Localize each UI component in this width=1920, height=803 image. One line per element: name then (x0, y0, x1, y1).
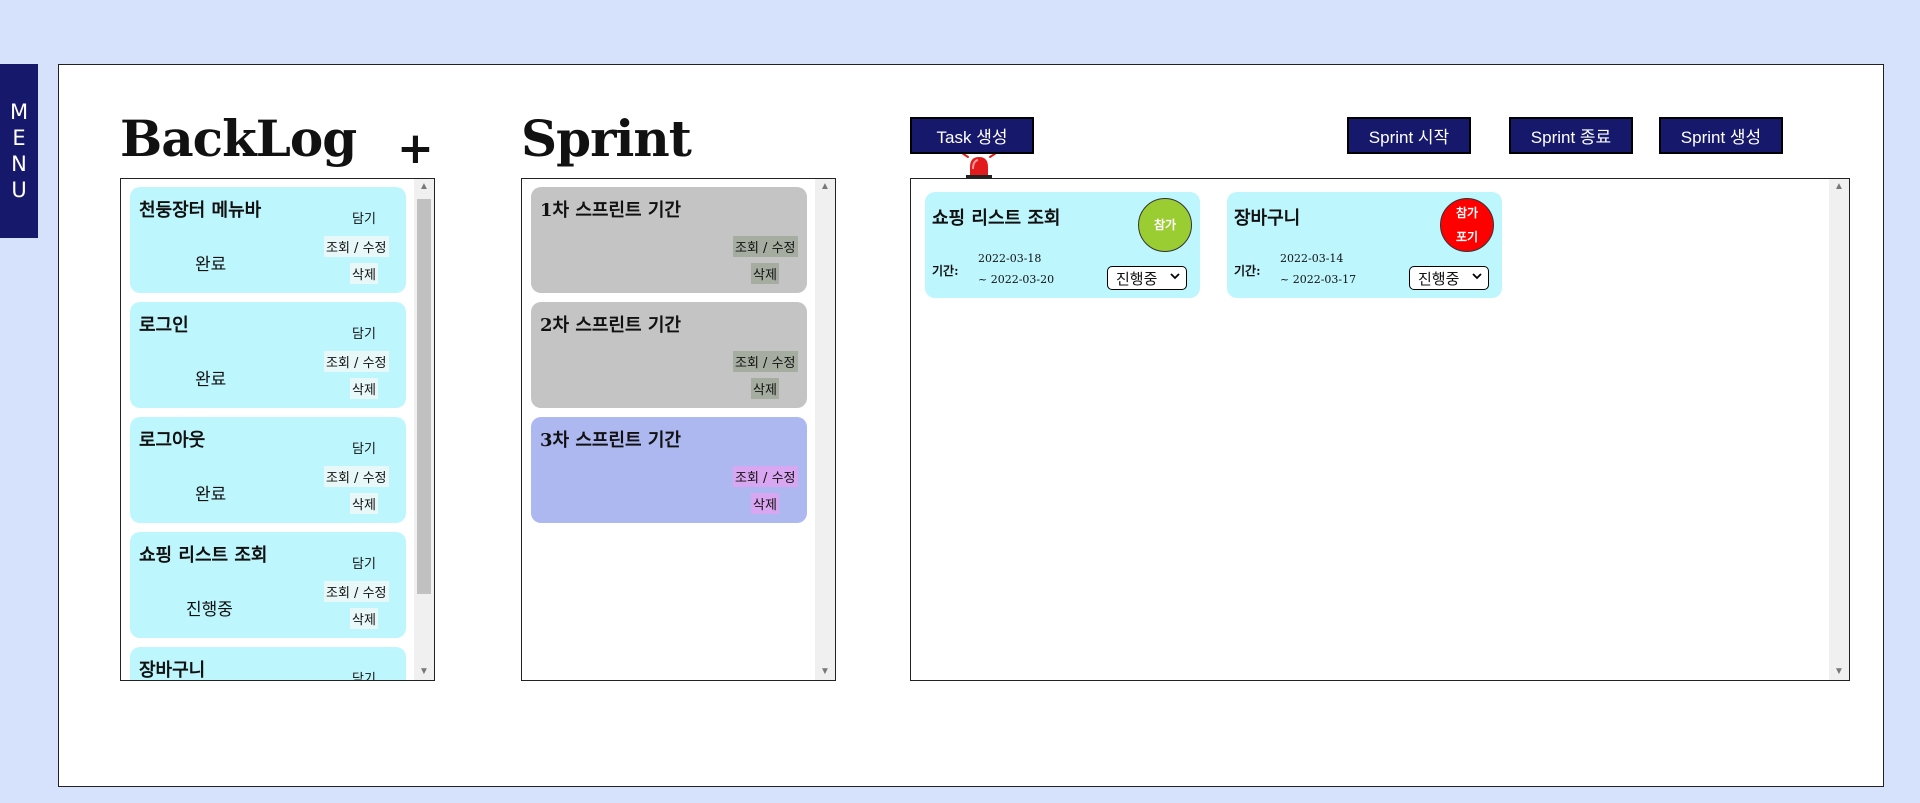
status-select-value: 진행중 (1116, 269, 1158, 288)
start-date: 2022-03-14 (1280, 252, 1344, 265)
join-button-label: 참가 (1153, 218, 1177, 232)
scroll-down-icon[interactable]: ▼ (815, 664, 835, 680)
sprint-card[interactable]: 1차 스프린트 기간 조회 / 수정 삭제 (531, 187, 807, 293)
backlog-card[interactable]: 로그인 담기 조회 / 수정 삭제 완료 (130, 302, 406, 408)
menu-letter: U (11, 178, 27, 202)
sprint-end-button[interactable]: Sprint 종료 (1509, 117, 1633, 154)
add-to-sprint-button[interactable]: 담기 (352, 668, 376, 680)
view-edit-button[interactable]: 조회 / 수정 (324, 466, 389, 487)
backlog-card-title: 쇼핑 리스트 조회 (139, 545, 268, 566)
scroll-up-icon[interactable]: ▲ (1829, 179, 1849, 195)
backlog-list: 천둥장터 메뉴바 담기 조회 / 수정 삭제 완료 로그인 담기 조회 / 수정… (120, 178, 435, 681)
backlog-scrollbar[interactable]: ▲ ▼ (414, 179, 434, 680)
sprint-title: Sprint (521, 109, 692, 168)
sprint-card-title: 1차 스프린트 기간 (540, 200, 681, 221)
task-card[interactable]: 장바구니 참가 포기 기간: 2022-03-14 ~ 2022-03-17 진… (1227, 192, 1502, 298)
task-title: 장바구니 (1234, 208, 1301, 229)
sprint-create-button[interactable]: Sprint 생성 (1659, 117, 1783, 154)
cancel-button-label: 포기 (1455, 230, 1479, 244)
view-edit-button[interactable]: 조회 / 수정 (733, 466, 798, 487)
menu-letter: E (12, 126, 26, 150)
status-text: 완료 (195, 370, 227, 390)
add-backlog-button[interactable]: + (397, 123, 434, 174)
end-date: ~ 2022-03-17 (1280, 273, 1357, 286)
sprint-start-button[interactable]: Sprint 시작 (1347, 117, 1471, 154)
scroll-down-icon[interactable]: ▼ (414, 664, 434, 680)
backlog-card[interactable]: 로그아웃 담기 조회 / 수정 삭제 완료 (130, 417, 406, 523)
delete-button[interactable]: 삭제 (350, 378, 378, 399)
backlog-card-title: 천둥장터 메뉴바 (139, 200, 262, 221)
menu-letter: M (9, 100, 29, 124)
end-date: ~ 2022-03-20 (978, 273, 1055, 286)
period-label: 기간: (1234, 264, 1261, 278)
start-date: 2022-03-18 (978, 252, 1042, 265)
view-edit-button[interactable]: 조회 / 수정 (324, 236, 389, 257)
task-scrollbar[interactable]: ▲ ▼ (1829, 179, 1849, 680)
delete-button[interactable]: 삭제 (350, 608, 378, 629)
status-text: 진행중 (186, 600, 233, 620)
status-text: 완료 (195, 485, 227, 505)
menu-letter: N (11, 152, 27, 176)
sprint-card[interactable]: 3차 스프린트 기간 조회 / 수정 삭제 (531, 417, 807, 523)
join-button[interactable]: 참가 (1138, 198, 1192, 252)
view-edit-button[interactable]: 조회 / 수정 (733, 351, 798, 372)
backlog-card[interactable]: 장바구니 담기 (130, 647, 406, 681)
period-label: 기간: (932, 264, 959, 278)
scroll-down-icon[interactable]: ▼ (1829, 664, 1849, 680)
sprint-card[interactable]: 2차 스프린트 기간 조회 / 수정 삭제 (531, 302, 807, 408)
backlog-title: BackLog (120, 109, 357, 168)
task-create-button[interactable]: Task 생성 (910, 117, 1034, 154)
board: BackLog + Sprint 천둥장터 메뉴바 담기 조회 / 수정 삭제 … (58, 64, 1884, 787)
sprint-card-title: 3차 스프린트 기간 (540, 430, 681, 451)
join-cancel-button[interactable]: 참가 포기 (1440, 198, 1494, 252)
backlog-card-title: 장바구니 (139, 660, 206, 681)
delete-button[interactable]: 삭제 (751, 263, 779, 284)
chevron-down-icon (1170, 273, 1180, 280)
sprint-list: 1차 스프린트 기간 조회 / 수정 삭제 2차 스프린트 기간 조회 / 수정… (521, 178, 836, 681)
status-text: 완료 (195, 255, 227, 275)
scroll-up-icon[interactable]: ▲ (414, 179, 434, 195)
chevron-down-icon (1472, 273, 1482, 280)
view-edit-button[interactable]: 조회 / 수정 (324, 581, 389, 602)
add-to-sprint-button[interactable]: 담기 (352, 208, 376, 227)
sprint-scrollbar[interactable]: ▲ ▼ (815, 179, 835, 680)
add-to-sprint-button[interactable]: 담기 (352, 553, 376, 572)
scroll-thumb[interactable] (417, 199, 431, 594)
add-to-sprint-button[interactable]: 담기 (352, 438, 376, 457)
delete-button[interactable]: 삭제 (350, 493, 378, 514)
task-card[interactable]: 쇼핑 리스트 조회 참가 기간: 2022-03-18 ~ 2022-03-20… (925, 192, 1200, 298)
backlog-card[interactable]: 천둥장터 메뉴바 담기 조회 / 수정 삭제 완료 (130, 187, 406, 293)
sprint-card-title: 2차 스프린트 기간 (540, 315, 681, 336)
task-title: 쇼핑 리스트 조회 (932, 208, 1061, 229)
backlog-card-title: 로그아웃 (139, 430, 206, 451)
status-select[interactable]: 진행중 (1107, 266, 1187, 290)
status-select-value: 진행중 (1418, 269, 1460, 288)
join-button-label: 참가 (1455, 206, 1479, 220)
side-menu-tab[interactable]: M E N U (0, 64, 38, 238)
task-board: 쇼핑 리스트 조회 참가 기간: 2022-03-18 ~ 2022-03-20… (910, 178, 1850, 681)
backlog-card[interactable]: 쇼핑 리스트 조회 담기 조회 / 수정 삭제 진행중 (130, 532, 406, 638)
backlog-card-title: 로그인 (139, 315, 189, 336)
scroll-up-icon[interactable]: ▲ (815, 179, 835, 195)
view-edit-button[interactable]: 조회 / 수정 (324, 351, 389, 372)
delete-button[interactable]: 삭제 (751, 378, 779, 399)
delete-button[interactable]: 삭제 (751, 493, 779, 514)
delete-button[interactable]: 삭제 (350, 263, 378, 284)
status-select[interactable]: 진행중 (1409, 266, 1489, 290)
view-edit-button[interactable]: 조회 / 수정 (733, 236, 798, 257)
add-to-sprint-button[interactable]: 담기 (352, 323, 376, 342)
